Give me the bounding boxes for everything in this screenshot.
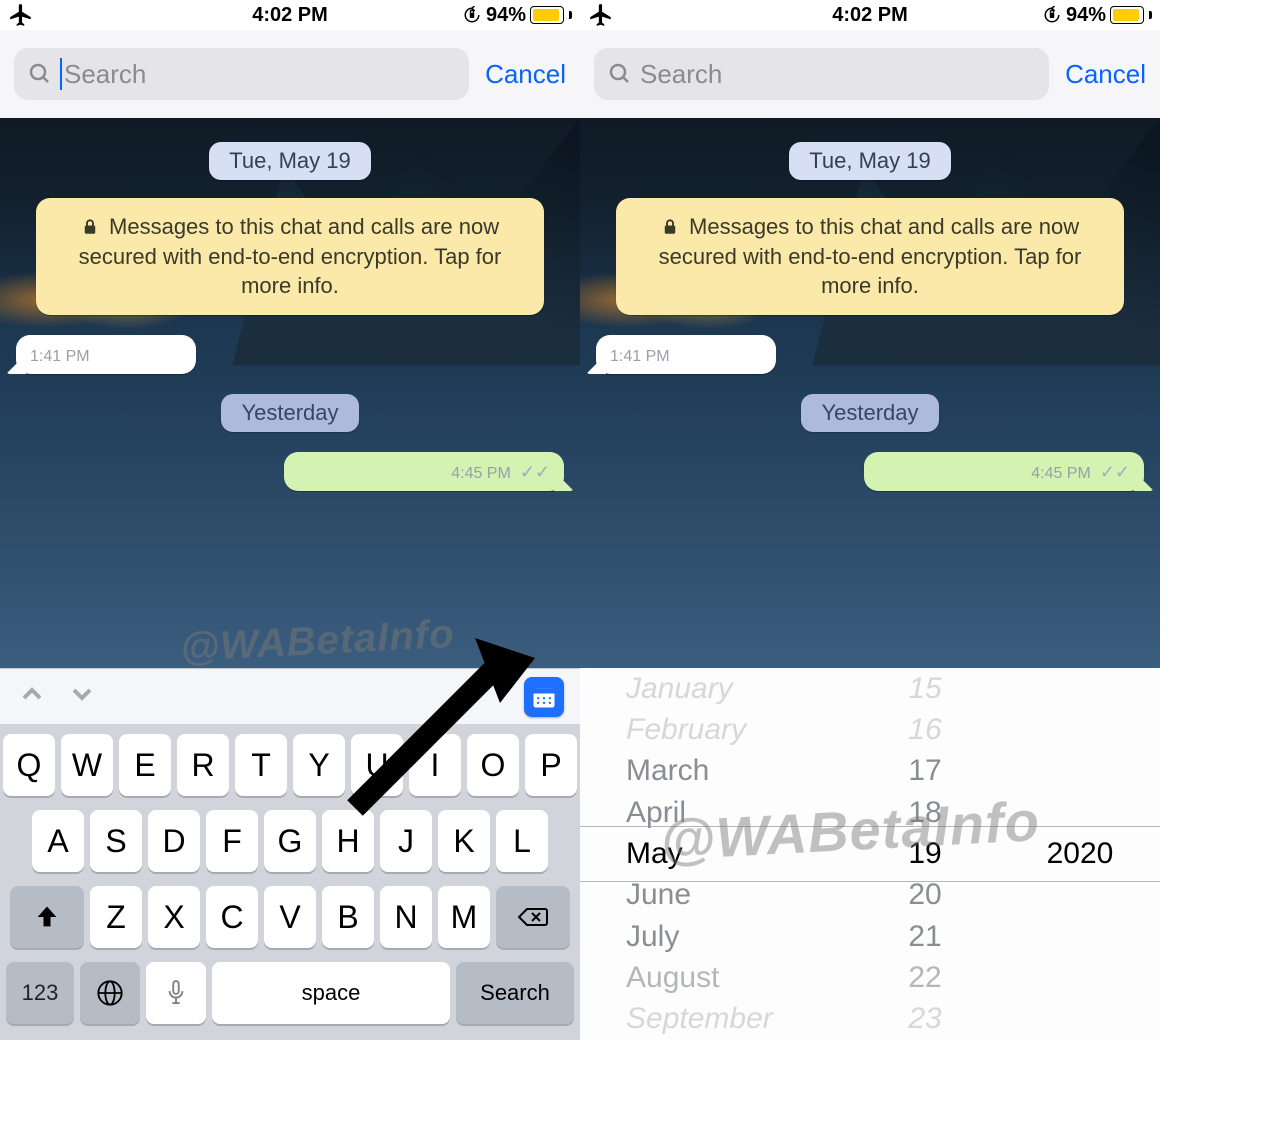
key-k[interactable]: K xyxy=(438,810,490,872)
orientation-lock-icon xyxy=(462,5,482,25)
message-time: 1:41 PM xyxy=(610,348,670,365)
encryption-notice[interactable]: Messages to this chat and calls are now … xyxy=(36,198,544,315)
key-y[interactable]: Y xyxy=(293,734,345,796)
search-bar: Search Cancel xyxy=(580,30,1160,118)
key-h[interactable]: H xyxy=(322,810,374,872)
prev-result-button[interactable] xyxy=(16,678,48,715)
message-time: 1:41 PM xyxy=(30,348,90,365)
key-r[interactable]: R xyxy=(177,734,229,796)
lock-icon xyxy=(661,218,679,236)
orientation-lock-icon xyxy=(1042,5,1062,25)
message-outgoing[interactable]: 4:45 PM ✓✓ xyxy=(0,452,580,491)
key-j[interactable]: J xyxy=(380,810,432,872)
key-c[interactable]: C xyxy=(206,886,258,948)
search-icon xyxy=(28,62,52,86)
dictation-key[interactable] xyxy=(146,962,206,1024)
text-caret xyxy=(60,58,62,90)
lock-icon xyxy=(81,218,99,236)
key-n[interactable]: N xyxy=(380,886,432,948)
status-bar: 4:02 PM 94% xyxy=(0,0,580,30)
next-result-button[interactable] xyxy=(66,678,98,715)
date-separator-yesterday: Yesterday xyxy=(801,394,938,432)
year-selected: 2020 xyxy=(1047,833,1114,874)
search-placeholder: Search xyxy=(64,59,146,90)
calendar-icon xyxy=(530,683,558,711)
key-z[interactable]: Z xyxy=(90,886,142,948)
delivered-check-icon: ✓✓ xyxy=(1100,462,1130,482)
airplane-mode-icon xyxy=(8,2,34,28)
status-time: 4:02 PM xyxy=(832,4,908,27)
cancel-button[interactable]: Cancel xyxy=(1065,59,1146,90)
airplane-mode-icon xyxy=(588,2,614,28)
battery-icon xyxy=(1110,6,1144,24)
backspace-key[interactable] xyxy=(496,886,570,948)
battery-percent: 94% xyxy=(486,4,526,27)
battery-icon xyxy=(530,6,564,24)
numeric-key[interactable]: 123 xyxy=(6,962,74,1024)
keyboard: QWERTYUIOP ASDFGHJKL ZXCVBNM 123 xyxy=(0,724,580,1040)
date-separator-yesterday: Yesterday xyxy=(221,394,358,432)
screen-right: 4:02 PM 94% Search Cancel Tue, May 19 xyxy=(580,0,1160,1040)
key-s[interactable]: S xyxy=(90,810,142,872)
key-e[interactable]: E xyxy=(119,734,171,796)
search-icon xyxy=(608,62,632,86)
key-q[interactable]: Q xyxy=(3,734,55,796)
encryption-notice[interactable]: Messages to this chat and calls are now … xyxy=(616,198,1124,315)
key-a[interactable]: A xyxy=(32,810,84,872)
search-input[interactable]: Search xyxy=(14,48,469,100)
calendar-button[interactable] xyxy=(524,677,564,717)
message-outgoing[interactable]: 4:45 PM ✓✓ xyxy=(580,452,1160,491)
key-v[interactable]: V xyxy=(264,886,316,948)
search-input[interactable]: Search xyxy=(594,48,1049,100)
message-time: 4:45 PM xyxy=(1031,465,1091,482)
globe-icon xyxy=(96,979,124,1007)
key-u[interactable]: U xyxy=(351,734,403,796)
shift-key[interactable] xyxy=(10,886,84,948)
chat-area[interactable]: Tue, May 19 Messages to this chat and ca… xyxy=(0,118,580,668)
search-bar: Search Cancel xyxy=(0,30,580,118)
space-key[interactable]: space xyxy=(212,962,450,1024)
key-t[interactable]: T xyxy=(235,734,287,796)
search-placeholder: Search xyxy=(640,59,722,90)
key-o[interactable]: O xyxy=(467,734,519,796)
key-f[interactable]: F xyxy=(206,810,258,872)
screen-left: 4:02 PM 94% Search Cancel Tue, May 19 xyxy=(0,0,580,1040)
keyboard-accessory xyxy=(0,668,580,724)
key-g[interactable]: G xyxy=(264,810,316,872)
date-separator: Tue, May 19 xyxy=(789,142,950,180)
status-time: 4:02 PM xyxy=(252,4,328,27)
delivered-check-icon: ✓✓ xyxy=(520,462,550,482)
key-x[interactable]: X xyxy=(148,886,200,948)
year-wheel[interactable]: 2020 xyxy=(1000,668,1160,1040)
globe-key[interactable] xyxy=(80,962,140,1024)
message-time: 4:45 PM xyxy=(451,465,511,482)
date-picker[interactable]: @WABetaInfo January February March April… xyxy=(580,668,1160,1040)
key-l[interactable]: L xyxy=(496,810,548,872)
status-bar: 4:02 PM 94% xyxy=(580,0,1160,30)
message-incoming[interactable]: 1:41 PM xyxy=(580,335,1160,374)
search-key[interactable]: Search xyxy=(456,962,574,1024)
date-separator: Tue, May 19 xyxy=(209,142,370,180)
message-incoming[interactable]: 1:41 PM xyxy=(0,335,580,374)
key-d[interactable]: D xyxy=(148,810,200,872)
key-w[interactable]: W xyxy=(61,734,113,796)
chat-area[interactable]: Tue, May 19 Messages to this chat and ca… xyxy=(580,118,1160,668)
key-p[interactable]: P xyxy=(525,734,577,796)
cancel-button[interactable]: Cancel xyxy=(485,59,566,90)
key-m[interactable]: M xyxy=(438,886,490,948)
battery-percent: 94% xyxy=(1066,4,1106,27)
microphone-icon xyxy=(165,979,187,1007)
key-i[interactable]: I xyxy=(409,734,461,796)
key-b[interactable]: B xyxy=(322,886,374,948)
